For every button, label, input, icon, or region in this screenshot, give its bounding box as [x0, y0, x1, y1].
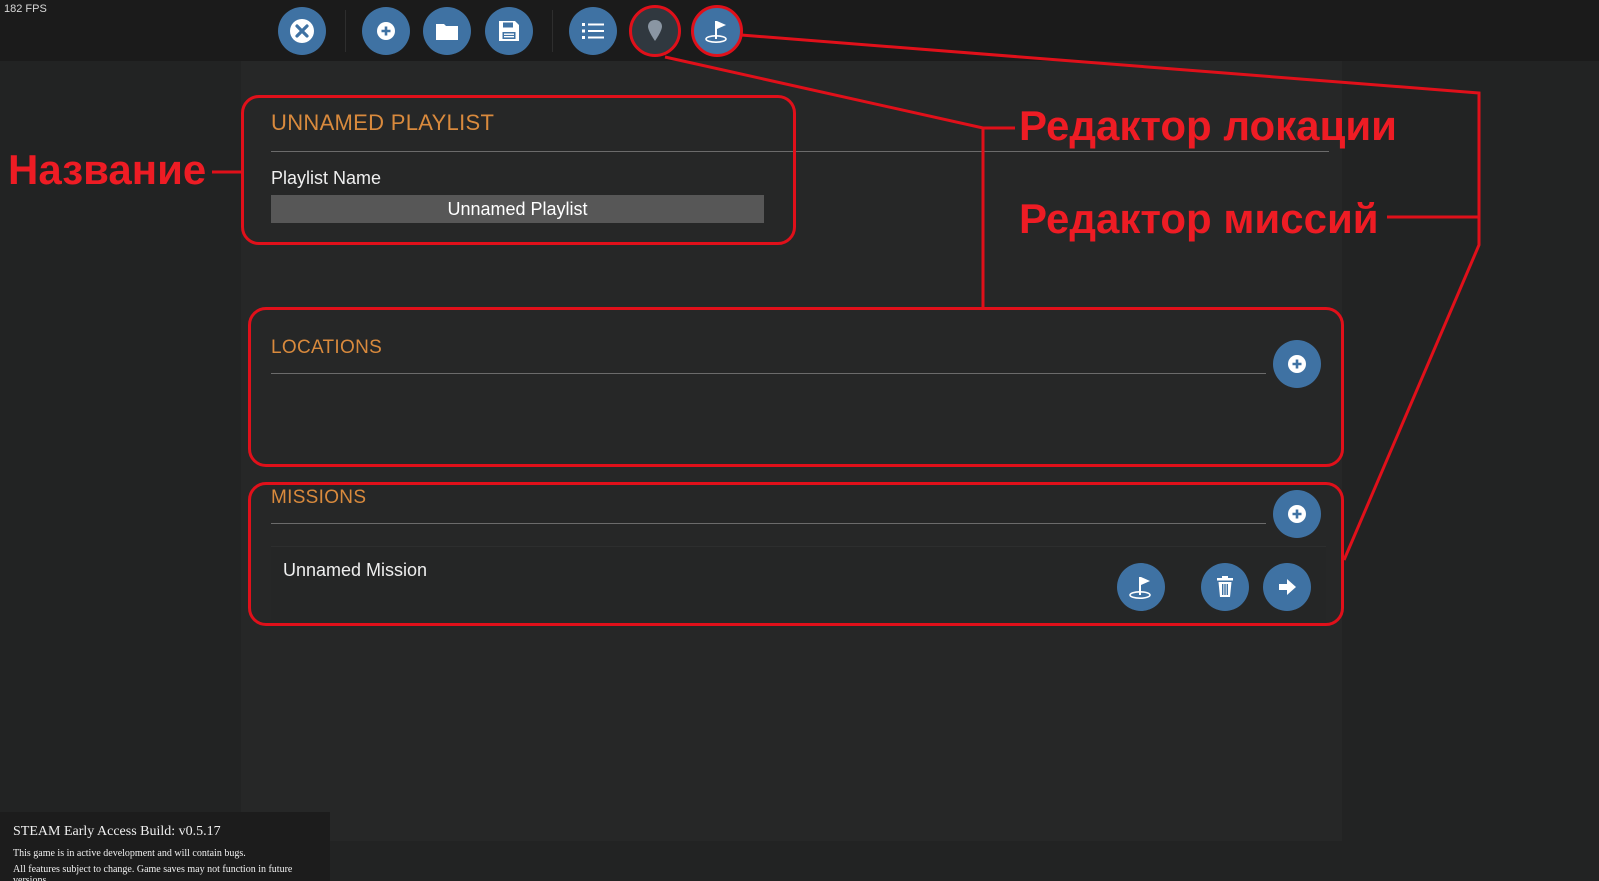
build-disclaimer: All features subject to change. Game sav… — [13, 864, 293, 881]
annotation-circle-mission — [691, 5, 743, 57]
folder-icon — [436, 24, 458, 40]
build-version: STEAM Early Access Build: v0.5.17 — [13, 824, 221, 839]
build-notice: This game is in active development and w… — [13, 848, 246, 859]
fps-counter: 182 FPS — [4, 3, 47, 15]
new-playlist-button[interactable] — [362, 7, 410, 55]
save-playlist-button[interactable] — [485, 7, 533, 55]
close-icon — [290, 19, 314, 43]
annotation-mission-editor-label: Редактор миссий — [1019, 195, 1379, 242]
open-playlist-button[interactable] — [423, 7, 471, 55]
playlist-view-button[interactable] — [569, 7, 617, 55]
annotation-box-locations — [248, 307, 1344, 467]
annotation-box-name — [241, 95, 796, 245]
annotation-circle-location — [629, 5, 681, 57]
annotation-location-editor-label: Редактор локации — [1019, 102, 1397, 149]
list-icon — [582, 23, 604, 39]
floppy-icon — [499, 21, 519, 41]
toolbar-separator — [552, 10, 553, 52]
top-toolbar: 182 FPS — [0, 0, 1599, 61]
close-button[interactable] — [278, 7, 326, 55]
build-info: STEAM Early Access Build: v0.5.17 This g… — [0, 812, 330, 881]
annotation-name-label: Название — [8, 146, 207, 193]
plus-icon — [377, 22, 395, 40]
annotation-box-missions — [248, 482, 1344, 626]
toolbar-separator — [345, 10, 346, 52]
